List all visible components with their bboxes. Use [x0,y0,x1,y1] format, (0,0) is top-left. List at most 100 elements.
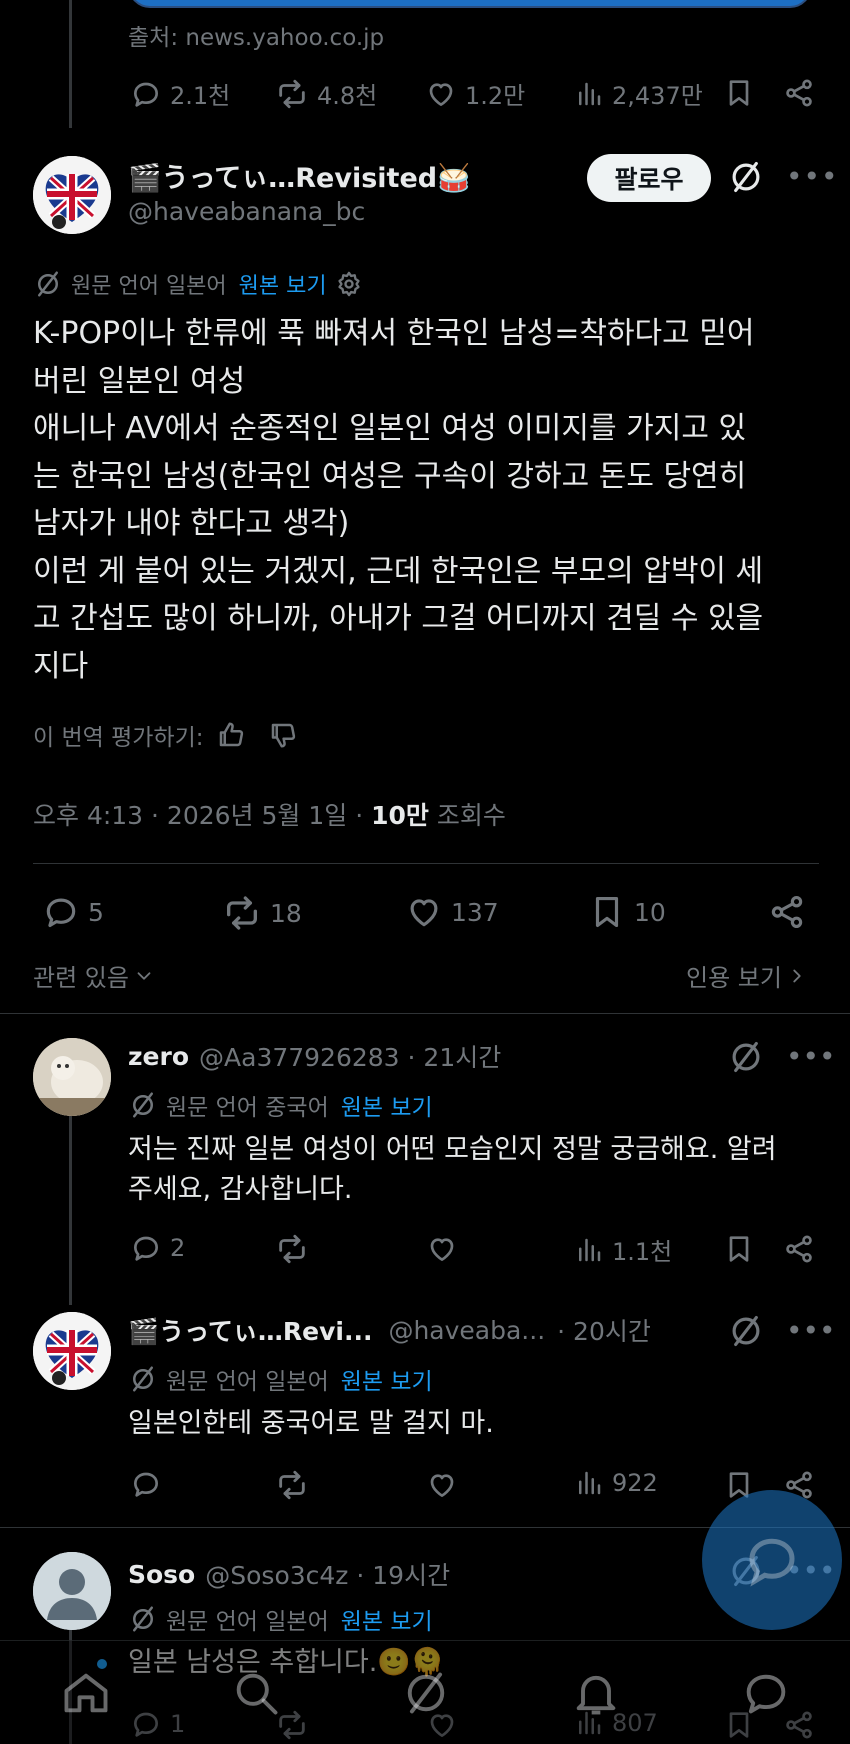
show-original-link[interactable]: 원본 보기 [341,1088,433,1122]
reply-icon [42,893,80,931]
translated-from: 원문 언어 중국어 [166,1095,329,1121]
view-quotes[interactable]: 인용 보기 [686,958,808,993]
views-count: 2,437만 [612,82,703,110]
views-count: 922 [612,1469,658,1497]
repost-count: 4.8천 [317,82,378,110]
like-icon [405,893,443,931]
post-text-line: 는 한국인 남성(한국인 여성은 구속이 강하고 돈도 당연히 [33,458,747,494]
reply-header: Soso @Soso3c4z · 19시간 [128,1556,450,1592]
handle-time[interactable]: @Soso3c4z · 19시간 [205,1556,450,1592]
views-icon [574,1468,604,1498]
source-label: 출처: news.yahoo.co.jp [128,25,385,51]
avatar[interactable] [33,1312,111,1390]
share-icon[interactable] [768,893,806,931]
share-icon[interactable] [783,1233,815,1265]
reply-text: 일본인한테 중국어로 말 걸지 마. [128,1404,494,1444]
reply-text-line: 저는 진짜 일본 여성이 어떤 모습인지 정말 궁금해요. 알려 [128,1134,777,1165]
avatar[interactable] [33,1038,111,1116]
reply-header: 🎬うってぃ…Revi... @haveaba... · 20시간 [128,1312,651,1348]
like-icon[interactable] [426,1233,458,1265]
view-quotes-label: 인용 보기 [686,964,782,992]
reply-count: 2.1천 [170,82,231,110]
thread-line [69,1115,72,1305]
reply-button[interactable]: 2 [130,1232,185,1264]
media-card-edge[interactable] [128,0,812,8]
show-original-link[interactable]: 원본 보기 [239,268,327,300]
display-name[interactable]: zero [128,1042,189,1071]
translate-icon [128,1604,158,1634]
avatar[interactable] [33,156,111,234]
compose-icon [749,1538,795,1587]
reply-button[interactable]: 2.1천 [130,76,230,111]
more-icon[interactable]: ••• [786,1314,836,1347]
display-name[interactable]: Soso [128,1560,195,1589]
reply-text-line: 주세요, 감사합니다. [128,1174,353,1205]
views-button[interactable]: 2,437만 [574,76,703,111]
translated-from: 원문 언어 일본어 [166,1369,329,1395]
time[interactable]: · 20시간 [557,1312,651,1348]
views-button[interactable]: 1.1천 [574,1232,672,1267]
like-button[interactable]: 1.2만 [425,76,525,111]
display-name[interactable]: 🎬うってぃ…Revisited🥁 [128,156,471,195]
bookmark-button[interactable]: 10 [588,893,666,931]
post-text-line: 지다 [33,648,89,684]
reply-header: zero @Aa377926283 · 21시간 [128,1038,501,1074]
more-icon[interactable]: ••• [786,160,839,193]
search-icon[interactable] [230,1667,282,1719]
reply-count: 2 [170,1234,186,1262]
divider [0,1013,850,1014]
reply-count: 5 [88,897,104,927]
show-original-link[interactable]: 원본 보기 [341,1362,433,1396]
like-button[interactable]: 137 [405,893,499,931]
share-icon[interactable] [783,77,815,109]
like-icon[interactable] [426,1469,458,1501]
bookmark-icon[interactable] [723,1233,755,1265]
like-icon [425,78,457,110]
related-label: 관련 있음 [33,964,129,992]
handle[interactable]: @haveaba... [388,1316,545,1345]
bookmark-count: 10 [634,897,666,927]
messages-icon[interactable] [740,1667,792,1719]
bottom-nav [0,1640,850,1744]
repost-button[interactable]: 4.8천 [275,76,377,111]
grok-icon[interactable] [727,158,765,196]
grok-icon[interactable] [727,1038,765,1076]
avatar-image [33,1038,111,1116]
reply-icon[interactable] [130,1468,162,1500]
thumb-down-icon[interactable] [268,720,298,750]
notification-dot [97,1659,107,1669]
grok-icon[interactable] [727,1312,765,1350]
reply-icon [130,1232,162,1264]
post-text-line: 이런 게 붙어 있는 거겠지, 근데 한국인은 부모의 압박이 세 [33,553,764,589]
views-icon [574,1235,604,1265]
grok-icon[interactable] [400,1667,452,1719]
handle[interactable]: @haveabanana_bc [128,197,365,226]
repost-icon[interactable] [275,1232,309,1266]
show-original-link[interactable]: 원본 보기 [341,1602,433,1636]
post-text-line: K-POP이나 한류에 푹 빠져서 한국인 남성=착하다고 믿어 [33,316,755,351]
repost-icon[interactable] [275,1468,309,1502]
views-button[interactable]: 922 [574,1468,658,1498]
gear-icon[interactable] [335,270,363,298]
timestamp[interactable]: 오후 4:13 · 2026년 5월 1일 · [33,801,371,830]
home-icon[interactable] [60,1667,112,1719]
translated-from: 원문 언어 일본어 [71,274,227,299]
compose-button[interactable] [702,1490,842,1630]
reply-button[interactable]: 5 [42,893,104,931]
display-name[interactable]: 🎬うってぃ…Revi... [128,1312,372,1348]
repost-button[interactable]: 18 [222,893,302,933]
thumb-up-icon[interactable] [216,720,246,750]
thread-line [69,0,72,128]
bookmark-icon[interactable] [723,77,755,109]
views-icon [574,79,604,109]
handle-time[interactable]: @Aa377926283 · 21시간 [199,1038,501,1074]
translate-icon [33,269,63,299]
post-text-line: 고 간섭도 많이 하니까, 아내가 그걸 어디까지 견딜 수 있을 [33,601,764,636]
chevron-down-icon [137,971,151,980]
bell-icon[interactable] [570,1667,622,1719]
more-icon[interactable]: ••• [786,1040,836,1073]
bookmark-icon [588,893,626,931]
avatar[interactable] [33,1552,111,1630]
related-toggle[interactable]: 관련 있음 [33,958,155,993]
follow-button[interactable]: 팔로우 [587,154,711,202]
